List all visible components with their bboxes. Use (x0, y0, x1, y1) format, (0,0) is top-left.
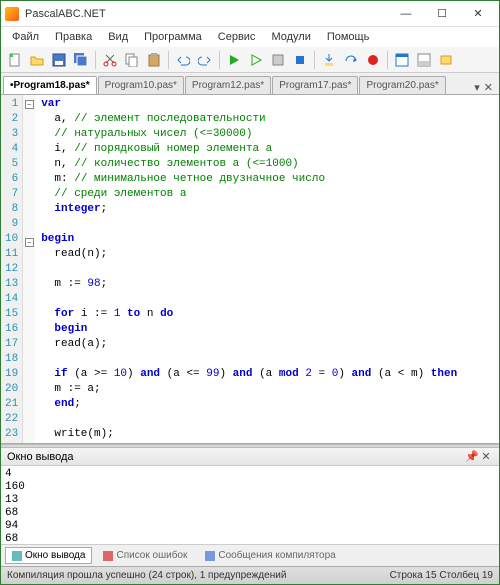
code-editor[interactable]: 123456789101112131415161718192021222324 … (1, 95, 499, 444)
statusbar: Компиляция прошла успешно (24 строк), 1 … (1, 566, 499, 584)
menu-item[interactable]: Сервис (211, 29, 263, 45)
document-tab[interactable]: Program12.pas* (185, 76, 271, 94)
window-controls: — ☐ ✕ (389, 4, 495, 24)
status-compile: Компиляция прошла успешно (24 строк), 1 … (7, 570, 286, 581)
document-tabs: •Program18.pas*Program10.pas*Program12.p… (1, 73, 499, 95)
fold-toggle-icon[interactable]: − (25, 100, 34, 109)
menu-item[interactable]: Программа (137, 29, 209, 45)
separator (314, 51, 315, 69)
line-gutter: 123456789101112131415161718192021222324 (1, 95, 23, 443)
redo-icon[interactable] (195, 50, 215, 70)
toolbar (1, 47, 499, 73)
pin-icon[interactable]: 📌 (465, 450, 479, 463)
document-tab[interactable]: Program17.pas* (272, 76, 358, 94)
bottom-tab[interactable]: Список ошибок (96, 547, 194, 564)
save-icon[interactable] (49, 50, 69, 70)
compile-icon[interactable] (268, 50, 288, 70)
breakpoint-icon[interactable] (363, 50, 383, 70)
tab-dropdown-icon[interactable]: ▾ (474, 81, 480, 94)
tab-label: Список ошибок (116, 550, 187, 561)
menu-item[interactable]: Помощь (320, 29, 377, 45)
tab-close-icon[interactable]: ✕ (484, 81, 493, 94)
undo-icon[interactable] (173, 50, 193, 70)
menu-item[interactable]: Файл (5, 29, 46, 45)
step-into-icon[interactable] (319, 50, 339, 70)
fold-column: −− (23, 95, 35, 443)
tab-label: Окно вывода (25, 550, 85, 561)
output-title: Окно вывода (7, 451, 74, 463)
stop-icon[interactable] (290, 50, 310, 70)
code-area[interactable]: var a, // элемент последовательности // … (35, 95, 463, 443)
menu-item[interactable]: Модули (264, 29, 317, 45)
tab-icon (205, 551, 215, 561)
separator (219, 51, 220, 69)
output-window-icon[interactable] (414, 50, 434, 70)
menubar: ФайлПравкаВидПрограммаСервисМодулиПомощь (1, 27, 499, 47)
separator (387, 51, 388, 69)
new-file-icon[interactable] (5, 50, 25, 70)
tab-label: Сообщения компилятора (218, 550, 335, 561)
run-no-debug-icon[interactable] (246, 50, 266, 70)
menu-item[interactable]: Вид (101, 29, 135, 45)
tab-icon (12, 551, 22, 561)
cut-icon[interactable] (100, 50, 120, 70)
bottom-tab[interactable]: Окно вывода (5, 547, 92, 564)
bottom-tab[interactable]: Сообщения компилятора (198, 547, 342, 564)
save-all-icon[interactable] (71, 50, 91, 70)
step-over-icon[interactable] (341, 50, 361, 70)
open-file-icon[interactable] (27, 50, 47, 70)
tab-controls: ▾ ✕ (470, 81, 497, 94)
maximize-button[interactable]: ☐ (425, 4, 459, 24)
form-designer-icon[interactable] (392, 50, 412, 70)
document-tab[interactable]: •Program18.pas* (3, 76, 97, 94)
document-tab[interactable]: Program10.pas* (98, 76, 184, 94)
app-icon (5, 7, 19, 21)
menu-item[interactable]: Правка (48, 29, 99, 45)
window-title: PascalABC.NET (25, 8, 389, 20)
tab-icon (103, 551, 113, 561)
fold-toggle-icon[interactable]: − (25, 238, 34, 247)
separator (95, 51, 96, 69)
output-header: Окно вывода 📌 ✕ (1, 448, 499, 466)
document-tab[interactable]: Program20.pas* (359, 76, 445, 94)
run-icon[interactable] (224, 50, 244, 70)
bottom-tabs: Окно вывода Список ошибок Сообщения компил… (1, 544, 499, 566)
panel-close-icon[interactable]: ✕ (479, 450, 493, 463)
intellisense-icon[interactable] (436, 50, 456, 70)
separator (168, 51, 169, 69)
close-button[interactable]: ✕ (461, 4, 495, 24)
titlebar: PascalABC.NET — ☐ ✕ (1, 1, 499, 27)
copy-icon[interactable] (122, 50, 142, 70)
status-cursor: Строка 15 Столбец 19 (390, 570, 493, 581)
minimize-button[interactable]: — (389, 4, 423, 24)
output-body[interactable]: 416013689468 (1, 466, 499, 544)
paste-icon[interactable] (144, 50, 164, 70)
